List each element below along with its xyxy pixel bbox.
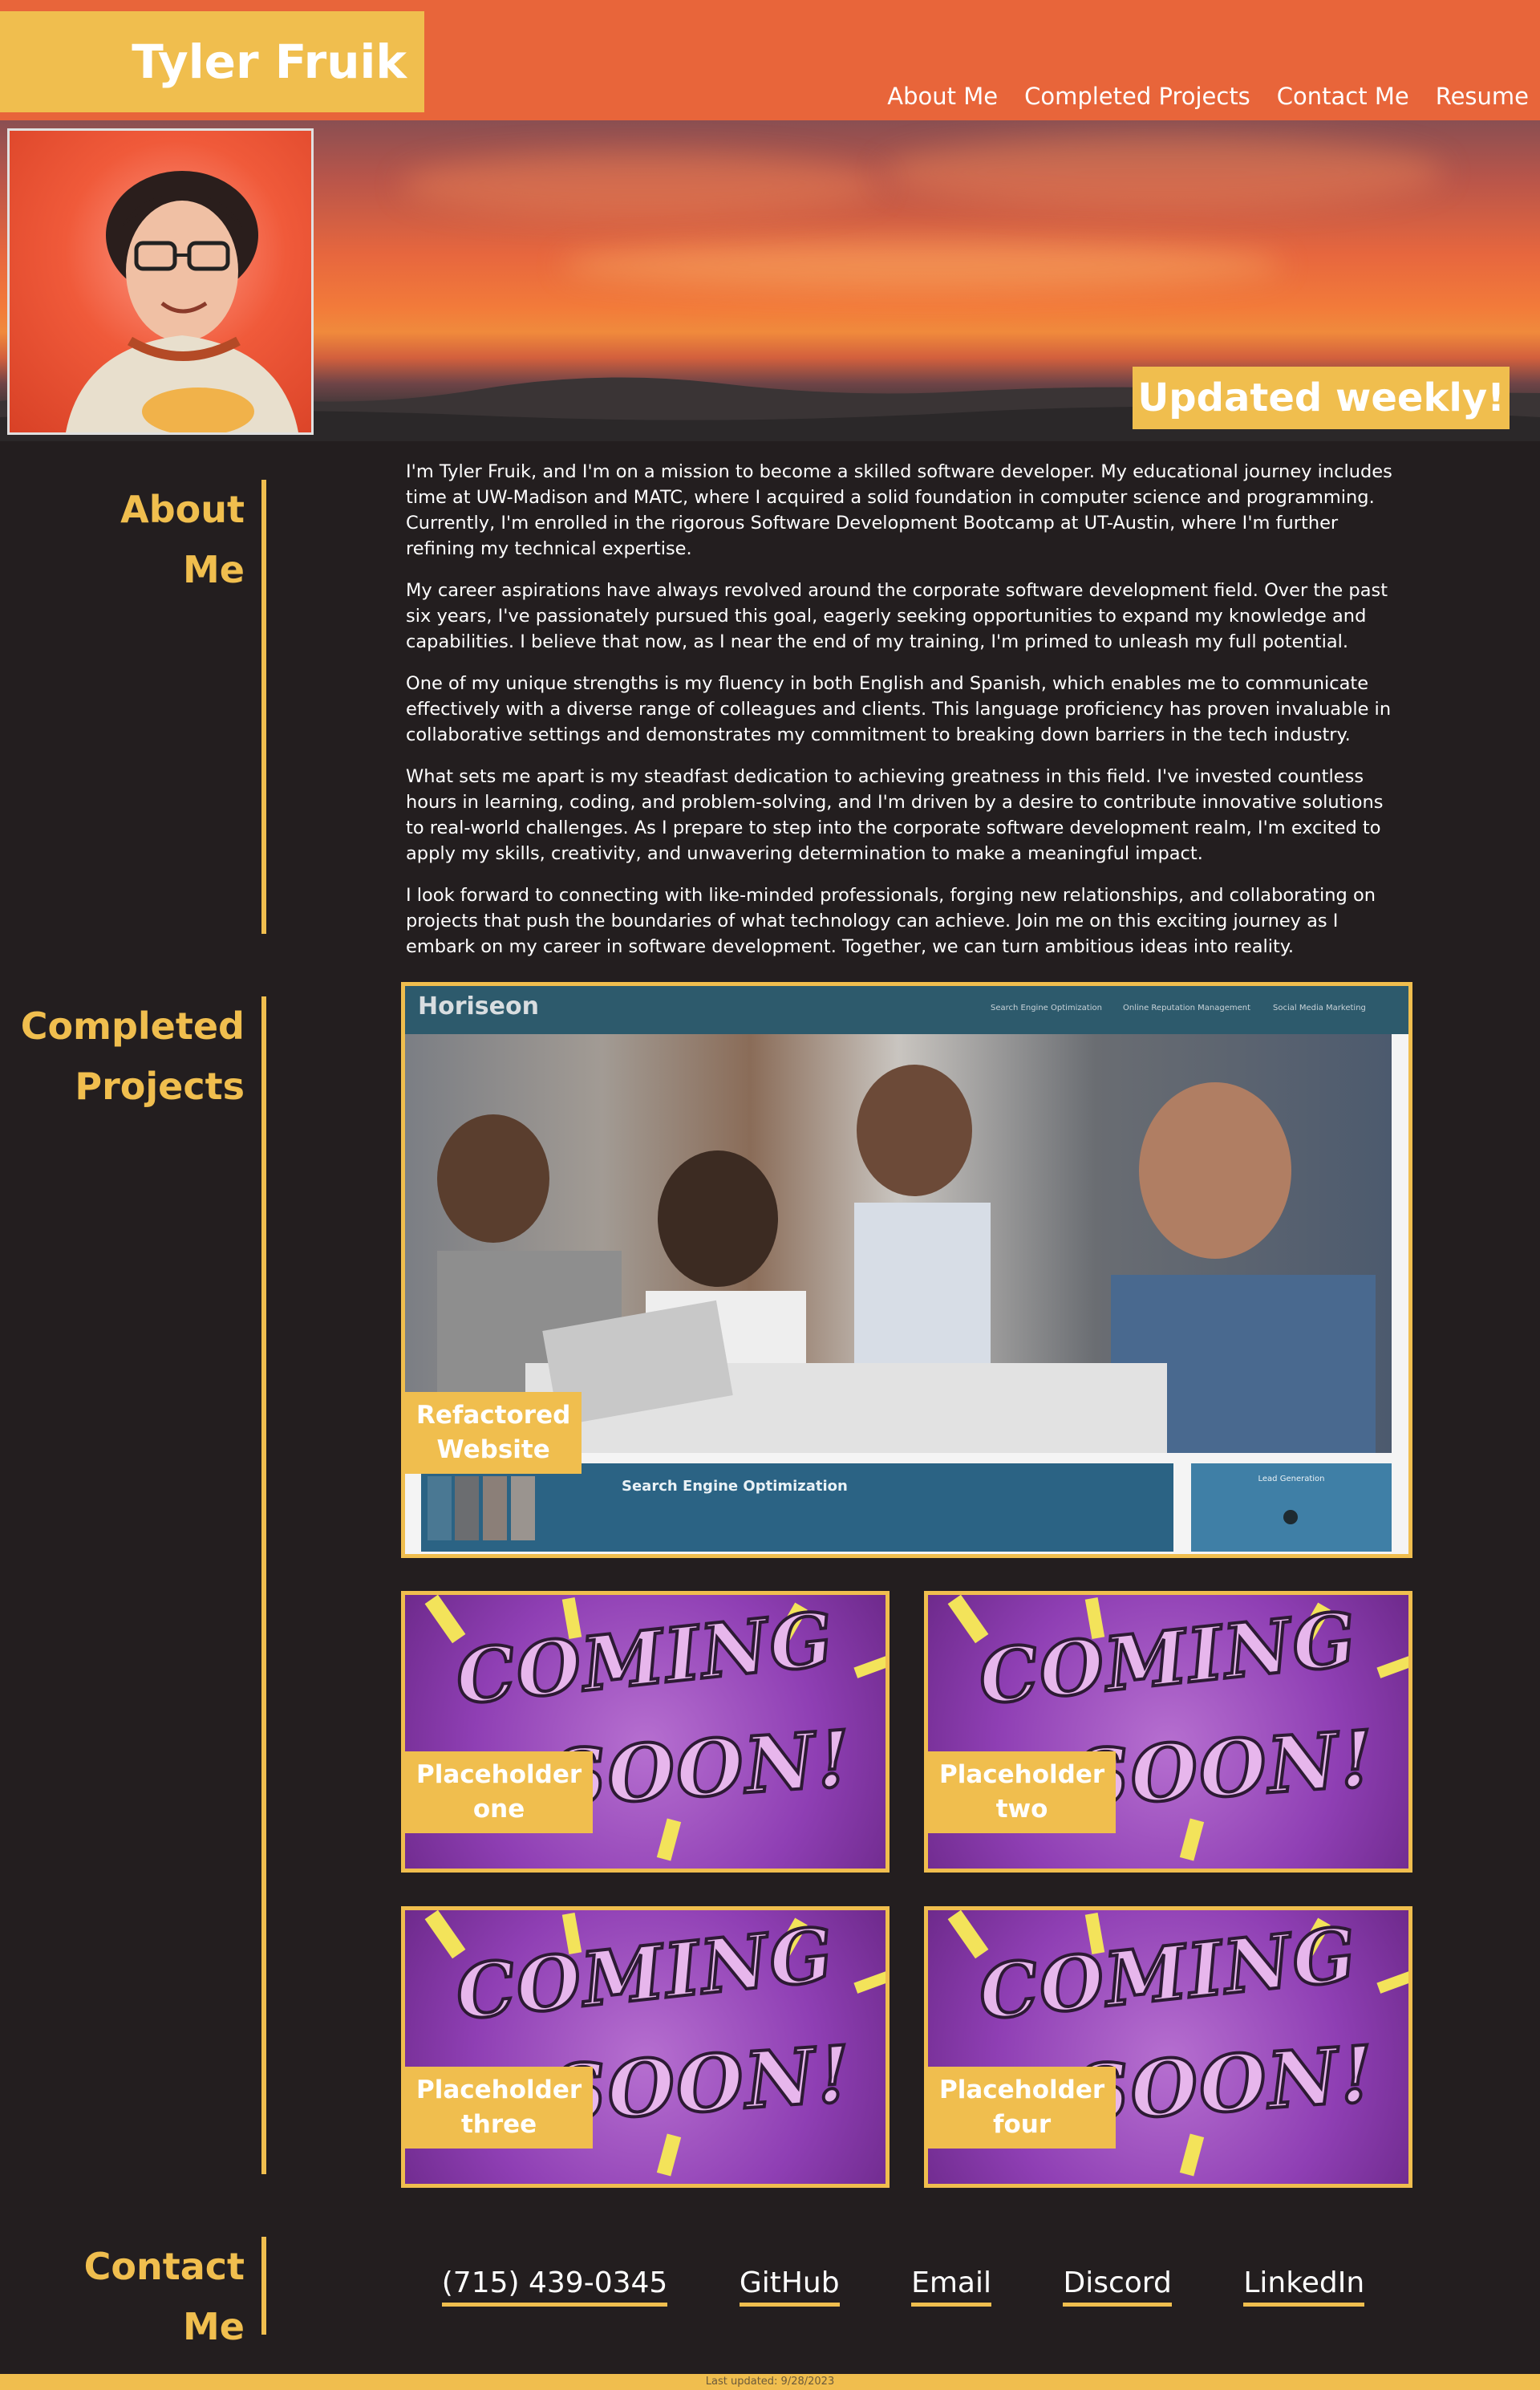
updated-weekly-badge: Updated weekly! bbox=[1133, 367, 1510, 429]
placeholder-project-card[interactable]: COMING SOON! Placeholder four bbox=[924, 1906, 1412, 2188]
email-link[interactable]: Email bbox=[911, 2264, 991, 2307]
label-line2: one bbox=[472, 1795, 525, 1824]
site-nav-item: Search Engine Optimization bbox=[991, 1004, 1102, 1012]
label-line2: four bbox=[993, 2110, 1052, 2139]
placeholder-label: Placeholder two bbox=[928, 1751, 1116, 1833]
seo-panel: Search Engine Optimization bbox=[421, 1463, 1173, 1552]
phone-link[interactable]: (715) 439-0345 bbox=[441, 2264, 668, 2307]
label-line1: Placeholder bbox=[416, 1760, 582, 1789]
featured-project-card[interactable]: Horiseon Search Engine Optimization Onli… bbox=[401, 982, 1412, 1558]
nav-contact-me[interactable]: Contact Me bbox=[1277, 80, 1409, 112]
label-line1: Refactored bbox=[416, 1401, 571, 1430]
profile-photo bbox=[7, 128, 314, 435]
about-paragraph: One of my unique strengths is my fluency… bbox=[406, 673, 1392, 745]
github-link[interactable]: GitHub bbox=[739, 2264, 840, 2307]
projects-divider bbox=[261, 996, 266, 2174]
contact-divider bbox=[261, 2237, 266, 2335]
lead-gen-title: Lead Generation bbox=[1258, 1475, 1325, 1483]
coming-text: COMING bbox=[451, 1910, 841, 2038]
site-logo-text: Horiseon bbox=[418, 992, 539, 1021]
about-paragraph: My career aspirations have always revolv… bbox=[406, 580, 1388, 652]
lead-gen-panel: Lead Generation bbox=[1191, 1463, 1392, 1552]
linkedin-link[interactable]: LinkedIn bbox=[1243, 2264, 1365, 2307]
placeholder-project-card[interactable]: COMING SOON! Placeholder two bbox=[924, 1591, 1412, 1873]
about-paragraph: What sets me apart is my steadfast dedic… bbox=[406, 766, 1384, 864]
about-title-line1: About bbox=[120, 488, 245, 531]
site-header-bar: Horiseon Search Engine Optimization Onli… bbox=[405, 986, 1408, 1034]
nav-about-me[interactable]: About Me bbox=[887, 80, 998, 112]
label-line2: two bbox=[995, 1795, 1048, 1824]
discord-link[interactable]: Discord bbox=[1063, 2264, 1172, 2307]
nav-resume[interactable]: Resume bbox=[1436, 80, 1529, 112]
label-line1: Placeholder bbox=[416, 2076, 582, 2104]
site-nav-item: Online Reputation Management bbox=[1123, 1004, 1251, 1012]
site-brand[interactable]: Tyler Fruik bbox=[0, 11, 424, 112]
placeholder-project-card[interactable]: COMING SOON! Placeholder three bbox=[401, 1906, 890, 2188]
placeholder-label: Placeholder one bbox=[405, 1751, 594, 1833]
target-icon bbox=[1283, 1510, 1298, 1524]
contact-title-line1: Contact bbox=[83, 2245, 245, 2288]
placeholder-label: Placeholder three bbox=[405, 2067, 594, 2149]
label-line1: Placeholder bbox=[939, 1760, 1105, 1789]
projects-title-line1: Completed bbox=[20, 1004, 245, 1048]
label-line1: Placeholder bbox=[939, 2076, 1105, 2104]
coming-text: COMING bbox=[974, 1910, 1364, 2038]
about-me-title: About Me bbox=[120, 480, 245, 600]
placeholder-project-card[interactable]: COMING SOON! Placeholder one bbox=[401, 1591, 890, 1873]
about-paragraph: I'm Tyler Fruik, and I'm on a mission to… bbox=[406, 461, 1392, 559]
site-nav-item: Social Media Marketing bbox=[1273, 1004, 1366, 1012]
contact-title-line2: Me bbox=[183, 2305, 245, 2348]
label-line2: Website bbox=[436, 1435, 550, 1464]
hero-office-photo bbox=[405, 1034, 1392, 1459]
main-nav: About Me Completed Projects Contact Me R… bbox=[861, 80, 1529, 112]
featured-project-label: Refactored Website bbox=[405, 1392, 582, 1474]
coming-text: COMING bbox=[451, 1595, 841, 1723]
about-me-text: I'm Tyler Fruik, and I'm on a mission to… bbox=[406, 459, 1400, 976]
site-footer: Last updated: 9/28/2023 bbox=[0, 2374, 1540, 2390]
seo-panel-title: Search Engine Optimization bbox=[622, 1478, 848, 1495]
label-line2: three bbox=[460, 2110, 537, 2139]
about-title-line2: Me bbox=[183, 548, 245, 591]
about-divider bbox=[261, 480, 266, 934]
completed-projects-title: Completed Projects bbox=[21, 996, 245, 1117]
contact-links: (715) 439-0345 GitHub Email Discord Link… bbox=[406, 2264, 1400, 2307]
contact-me-title: Contact Me bbox=[84, 2237, 245, 2357]
coming-text: COMING bbox=[974, 1595, 1364, 1723]
placeholder-label: Placeholder four bbox=[928, 2067, 1116, 2149]
nav-completed-projects[interactable]: Completed Projects bbox=[1024, 80, 1250, 112]
projects-title-line2: Projects bbox=[75, 1065, 245, 1108]
about-paragraph: I look forward to connecting with like-m… bbox=[406, 885, 1376, 957]
person-icon bbox=[66, 171, 298, 432]
site-header: Tyler Fruik About Me Completed Projects … bbox=[0, 0, 1540, 120]
team-meeting-image bbox=[437, 1065, 1376, 1459]
